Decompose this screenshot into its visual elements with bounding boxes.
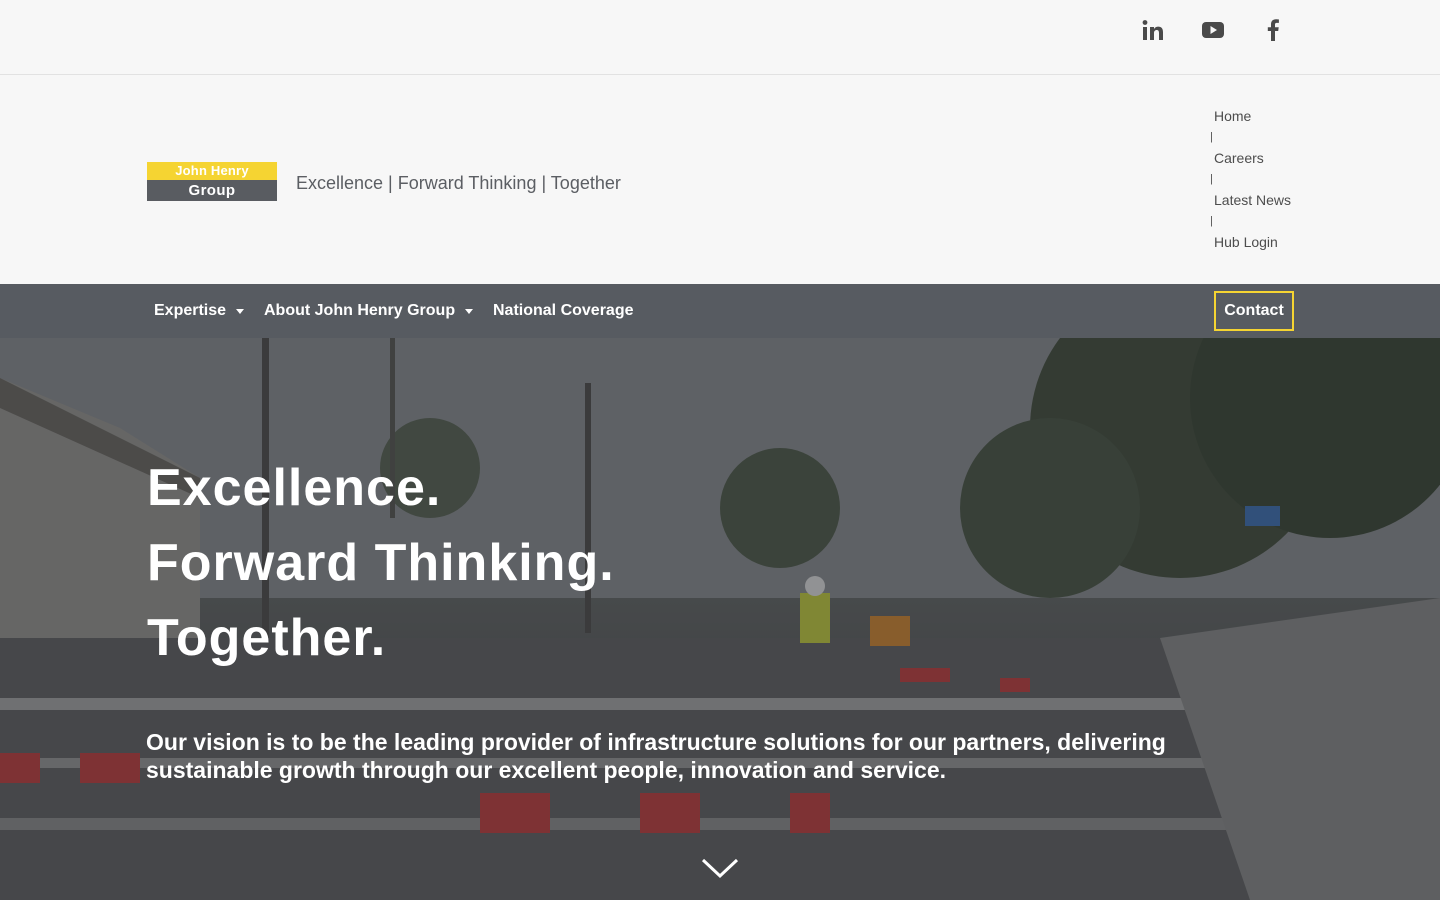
hero-headline-line-3: Together. — [147, 609, 387, 667]
caret-down-icon — [465, 308, 474, 314]
caret-down-icon — [236, 308, 245, 314]
vision-statement: Our vision is to be the leading provider… — [146, 729, 1166, 783]
social-bar — [0, 0, 1440, 75]
logo-line-2: Group — [147, 180, 277, 201]
site-header: John Henry Group Excellence | Forward Th… — [0, 76, 1440, 283]
utility-link-home[interactable]: Home — [1214, 107, 1320, 125]
utility-link-careers[interactable]: Careers — [1214, 149, 1320, 167]
hero-banner: Excellence. Forward Thinking. Together. … — [0, 338, 1440, 900]
hero-headline-line-2: Forward Thinking. — [147, 534, 615, 592]
utility-nav: Home | Careers | Latest News | Hub Login — [1210, 107, 1320, 251]
company-logo[interactable]: John Henry Group — [147, 162, 277, 201]
facebook-icon[interactable] — [1259, 16, 1287, 44]
utility-separator: | — [1210, 173, 1213, 185]
linkedin-icon[interactable] — [1139, 16, 1167, 44]
chevron-down-icon[interactable] — [700, 856, 740, 880]
utility-separator: | — [1210, 215, 1213, 227]
utility-link-latest-news[interactable]: Latest News — [1214, 191, 1320, 209]
nav-item-label: Expertise — [154, 302, 227, 319]
logo-line-1: John Henry — [147, 162, 277, 180]
nav-item-about[interactable]: About John Henry Group — [264, 284, 474, 338]
main-nav: Expertise About John Henry Group Nationa… — [0, 284, 1440, 338]
utility-link-hub-login[interactable]: Hub Login — [1214, 233, 1320, 251]
nav-item-label: National Coverage — [493, 302, 634, 319]
nav-item-national-coverage[interactable]: National Coverage — [493, 284, 633, 338]
hero-headline-line-1: Excellence. — [147, 459, 442, 517]
contact-button[interactable]: Contact — [1214, 291, 1294, 331]
nav-item-label: About John Henry Group — [264, 302, 456, 319]
header-tagline: Excellence | Forward Thinking | Together — [296, 173, 621, 193]
nav-item-expertise[interactable]: Expertise — [154, 284, 245, 338]
utility-separator: | — [1210, 131, 1213, 143]
youtube-icon[interactable] — [1199, 16, 1227, 44]
